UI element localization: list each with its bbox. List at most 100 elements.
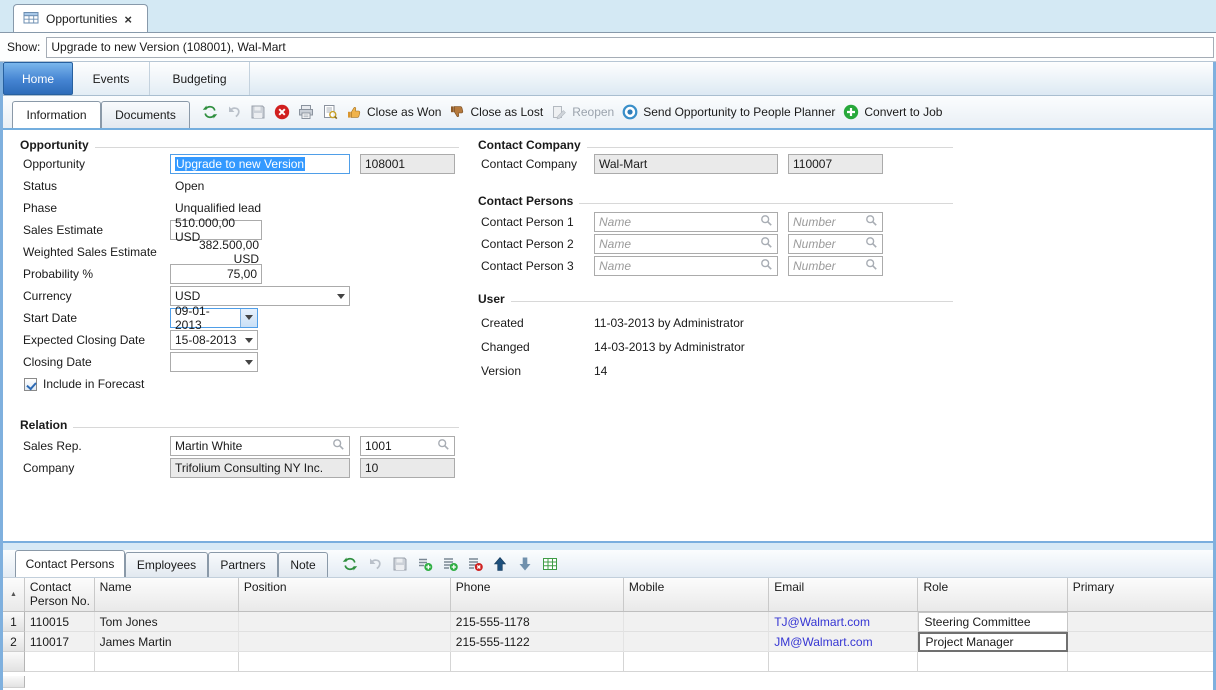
- cell-empty[interactable]: [769, 652, 918, 672]
- column-header-role[interactable]: Role: [918, 578, 1067, 611]
- tab-employees[interactable]: Employees: [125, 552, 208, 577]
- name-placeholder: Name: [599, 237, 631, 251]
- search-icon[interactable]: [865, 236, 878, 252]
- column-header-phone[interactable]: Phone: [451, 578, 624, 611]
- pane-splitter[interactable]: [3, 541, 1213, 550]
- cell-email[interactable]: JM@Walmart.com: [769, 632, 918, 652]
- tab-documents[interactable]: Documents: [101, 101, 190, 128]
- table-row[interactable]: 2 110017 James Martin 215-555-1122 JM@Wa…: [3, 632, 1213, 652]
- field-row-created: Created 11-03-2013 by Administrator: [478, 311, 953, 335]
- tab-contact-persons[interactable]: Contact Persons: [15, 550, 125, 577]
- close-as-lost-button[interactable]: Close as Lost: [449, 104, 543, 120]
- show-input[interactable]: [46, 37, 1214, 58]
- sales-rep-number-input[interactable]: 1001: [360, 436, 455, 456]
- search-icon[interactable]: [760, 258, 773, 274]
- cell-primary[interactable]: [1068, 612, 1213, 632]
- start-date-picker[interactable]: 09-01-2013: [170, 308, 258, 328]
- cell-contact-person-no[interactable]: 110017: [25, 632, 95, 652]
- search-icon[interactable]: [760, 214, 773, 230]
- sales-estimate-input[interactable]: 510.000,00 USD: [170, 220, 262, 240]
- close-as-won-button[interactable]: Close as Won: [346, 104, 441, 120]
- contact-person-2-number-input[interactable]: Number: [788, 234, 883, 254]
- contact-person-3-name-input[interactable]: Name: [594, 256, 778, 276]
- probability-input[interactable]: 75,00: [170, 264, 262, 284]
- include-in-forecast-checkbox[interactable]: [24, 378, 37, 391]
- cell-name[interactable]: Tom Jones: [95, 612, 239, 632]
- closing-date-picker[interactable]: [170, 352, 258, 372]
- cell-empty[interactable]: [1068, 652, 1213, 672]
- tab-title: Opportunities: [46, 12, 117, 26]
- cell-empty[interactable]: [451, 652, 624, 672]
- print-preview-icon[interactable]: [322, 104, 338, 120]
- name-placeholder: Name: [599, 215, 631, 229]
- contact-person-3-number-input[interactable]: Number: [788, 256, 883, 276]
- column-header-name[interactable]: Name: [95, 578, 239, 611]
- column-header-contact-person-no[interactable]: Contact Person No.: [25, 578, 95, 611]
- refresh-icon[interactable]: [202, 104, 218, 120]
- cell-primary[interactable]: [1068, 632, 1213, 652]
- save-icon[interactable]: [250, 104, 266, 120]
- refresh-icon[interactable]: [342, 556, 358, 572]
- search-icon[interactable]: [865, 258, 878, 274]
- expected-closing-date-picker[interactable]: 15-08-2013: [170, 330, 258, 350]
- cell-empty[interactable]: [624, 652, 769, 672]
- convert-to-job-button[interactable]: Convert to Job: [843, 104, 942, 120]
- calendar-dropdown-button[interactable]: [240, 309, 257, 327]
- cell-empty[interactable]: [95, 652, 239, 672]
- move-down-icon[interactable]: [517, 556, 533, 572]
- add-row-icon[interactable]: [417, 556, 433, 572]
- sort-ascending-icon[interactable]: ▲: [3, 578, 25, 611]
- cell-position[interactable]: [239, 632, 451, 652]
- cell-empty[interactable]: [25, 652, 95, 672]
- cell-role-selected[interactable]: Project Manager: [918, 632, 1067, 652]
- cell-mobile[interactable]: [624, 612, 769, 632]
- save-icon[interactable]: [392, 556, 408, 572]
- delete-icon[interactable]: [274, 104, 290, 120]
- delete-row-icon[interactable]: [467, 556, 483, 572]
- cell-empty[interactable]: [239, 652, 451, 672]
- tab-information[interactable]: Information: [12, 101, 101, 128]
- search-icon[interactable]: [760, 236, 773, 252]
- close-tab-icon[interactable]: ×: [124, 13, 132, 26]
- column-header-position[interactable]: Position: [239, 578, 451, 611]
- reopen-button[interactable]: Reopen: [551, 104, 614, 120]
- contact-person-1-number-input[interactable]: Number: [788, 212, 883, 232]
- search-icon[interactable]: [332, 438, 345, 454]
- tab-note[interactable]: Note: [278, 552, 328, 577]
- move-up-icon[interactable]: [492, 556, 508, 572]
- ribbon-tab-budgeting[interactable]: Budgeting: [150, 62, 250, 95]
- table-row[interactable]: 1 110015 Tom Jones 215-555-1178 TJ@Walma…: [3, 612, 1213, 632]
- sales-rep-input[interactable]: Martin White: [170, 436, 350, 456]
- insert-row-icon[interactable]: [442, 556, 458, 572]
- ribbon-tab-events[interactable]: Events: [73, 62, 150, 95]
- column-header-primary[interactable]: Primary: [1068, 578, 1213, 611]
- cell-position[interactable]: [239, 612, 451, 632]
- grid-view-icon[interactable]: [542, 556, 558, 572]
- cell-phone[interactable]: 215-555-1178: [451, 612, 624, 632]
- undo-icon[interactable]: [367, 556, 383, 572]
- currency-dropdown[interactable]: USD: [170, 286, 350, 306]
- undo-icon[interactable]: [226, 104, 242, 120]
- search-icon[interactable]: [437, 438, 450, 454]
- contact-company-label: Contact Company: [478, 157, 594, 171]
- cell-mobile[interactable]: [624, 632, 769, 652]
- tab-partners[interactable]: Partners: [208, 552, 278, 577]
- cell-email[interactable]: TJ@Walmart.com: [769, 612, 918, 632]
- tab-opportunities[interactable]: Opportunities ×: [13, 4, 148, 33]
- contact-person-2-name-input[interactable]: Name: [594, 234, 778, 254]
- cell-contact-person-no[interactable]: 110015: [25, 612, 95, 632]
- table-row-empty[interactable]: [3, 652, 1213, 672]
- cell-empty[interactable]: [918, 652, 1067, 672]
- opportunity-input[interactable]: Upgrade to new Version: [170, 154, 350, 174]
- column-header-email[interactable]: Email: [769, 578, 918, 611]
- send-to-people-planner-button[interactable]: Send Opportunity to People Planner: [622, 104, 835, 120]
- thumbs-up-icon: [346, 104, 362, 120]
- cell-role[interactable]: Steering Committee: [918, 612, 1067, 632]
- cell-name[interactable]: James Martin: [95, 632, 239, 652]
- contact-person-1-name-input[interactable]: Name: [594, 212, 778, 232]
- search-icon[interactable]: [865, 214, 878, 230]
- ribbon-tab-home[interactable]: Home: [3, 62, 73, 95]
- cell-phone[interactable]: 215-555-1122: [451, 632, 624, 652]
- print-icon[interactable]: [298, 104, 314, 120]
- column-header-mobile[interactable]: Mobile: [624, 578, 769, 611]
